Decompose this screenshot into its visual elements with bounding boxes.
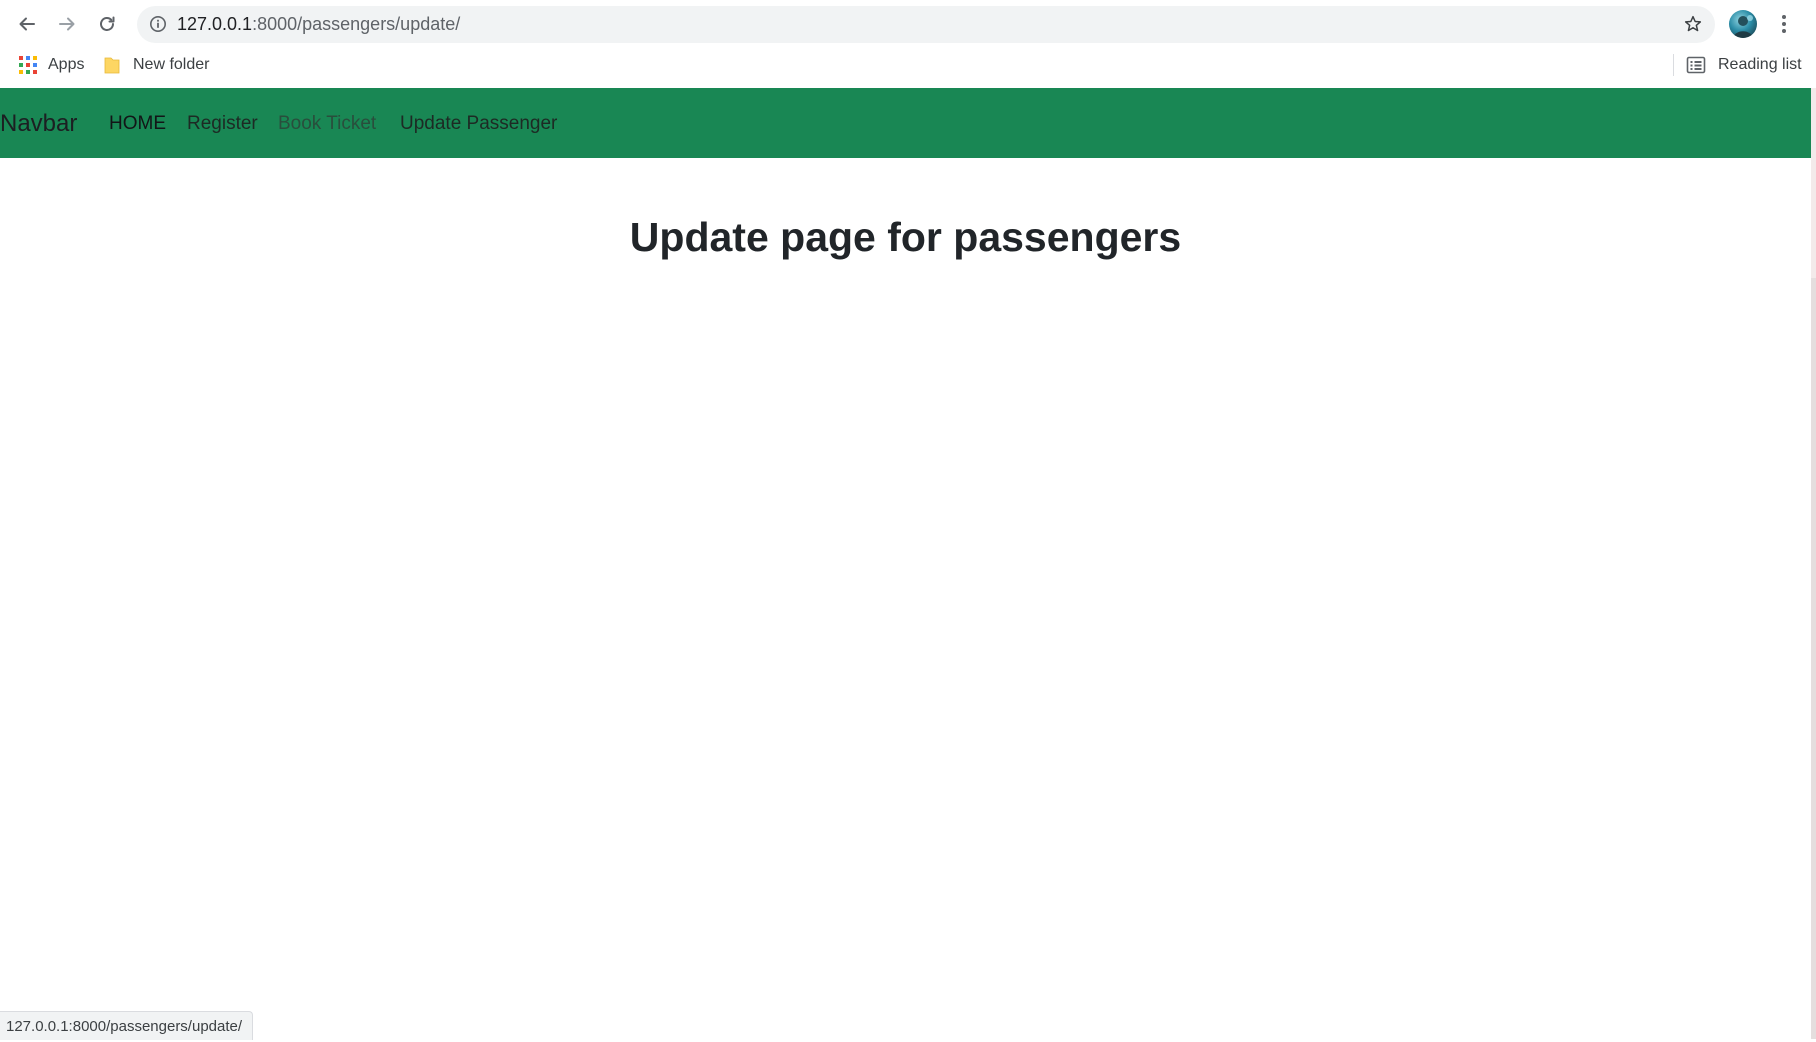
arrow-right-icon [59,17,75,31]
site-navbar: Navbar HOME Register Book Ticket Update … [0,88,1811,158]
navbar-brand[interactable]: Navbar [0,88,77,158]
reload-icon [100,16,115,31]
folder-icon [103,55,121,75]
reading-list-icon [1686,56,1706,74]
bookmarks-divider [1673,54,1674,76]
bookmark-new-folder-label: New folder [133,56,210,73]
scrollbar-thumb[interactable] [1811,278,1816,1039]
url-host: 127.0.0.1 [177,14,253,34]
nav-link-home[interactable]: HOME [109,88,166,158]
browser-toolbar: 127.0.0.1:8000/passengers/update/ [0,0,1816,48]
forward-button[interactable] [52,10,82,38]
nav-link-register[interactable]: Register [187,88,258,158]
bookmark-new-folder[interactable]: New folder [103,48,209,82]
bookmark-apps-label: Apps [48,56,85,73]
apps-grid-icon [18,55,38,75]
url-text[interactable]: 127.0.0.1:8000/passengers/update/ [177,6,460,43]
address-bar[interactable]: 127.0.0.1:8000/passengers/update/ [137,6,1715,43]
more-vert-icon[interactable] [1774,11,1794,37]
page-scrollbar[interactable] [1811,88,1816,1039]
browser-chrome: 127.0.0.1:8000/passengers/update/ Apps N… [0,0,1816,88]
info-icon[interactable] [149,15,167,38]
reading-list-button[interactable]: Reading list [1686,48,1802,82]
bookmarks-bar: Apps New folder Reading list [0,48,1816,88]
bookmark-apps[interactable]: Apps [18,48,84,82]
nav-link-update-passenger[interactable]: Update Passenger [400,88,557,158]
url-path: :8000/passengers/update/ [252,14,461,34]
reload-button[interactable] [92,10,122,38]
arrow-left-icon [19,17,35,31]
status-bar-url: 127.0.0.1:8000/passengers/update/ [0,1011,254,1040]
star-icon[interactable] [1683,14,1703,39]
back-button[interactable] [12,10,42,38]
reading-list-label: Reading list [1718,56,1802,73]
profile-avatar[interactable] [1729,10,1757,38]
nav-link-book-ticket[interactable]: Book Ticket [278,88,376,158]
page-title: Update page for passengers [629,214,1182,260]
